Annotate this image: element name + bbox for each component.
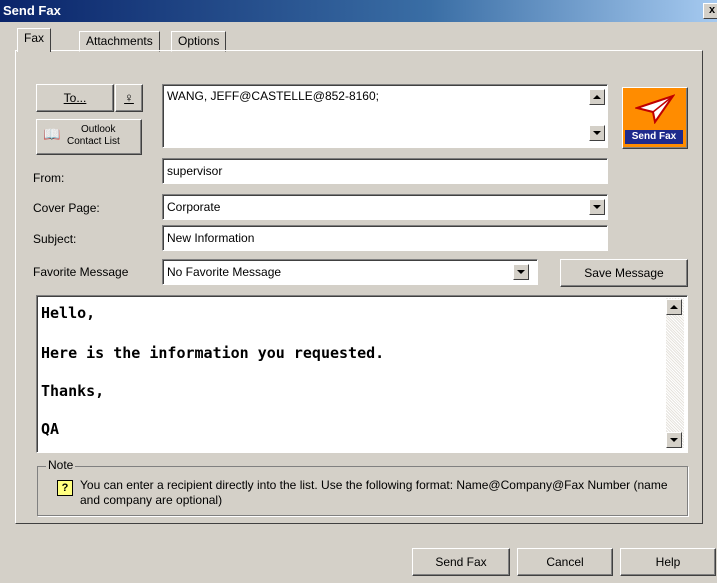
tab-fax[interactable]: Fax — [17, 28, 52, 52]
help-button[interactable]: Help — [620, 548, 716, 576]
outlook-label-line1: Outlook — [81, 124, 116, 135]
send-fax-icon-label: Send Fax — [625, 130, 683, 144]
tab-attachments[interactable]: Attachments — [79, 31, 160, 52]
favorite-message-select[interactable]: No Favorite Message — [162, 259, 538, 285]
recipient-scroll-up[interactable] — [589, 89, 605, 105]
message-body[interactable]: Hello, Here is the information you reque… — [36, 295, 688, 453]
favorite-message-label: Favorite Message — [33, 265, 129, 279]
address-book-button[interactable]: ♀ — [115, 84, 143, 112]
note-text: You can enter a recipient directly into … — [80, 478, 668, 507]
message-line: Hello, — [41, 304, 96, 322]
close-button[interactable]: x — [703, 3, 717, 19]
cover-page-select[interactable]: Corporate — [162, 194, 608, 220]
message-line: Here is the information you requested. — [41, 344, 385, 362]
cover-page-value: Corporate — [167, 200, 221, 214]
note-label: Note — [46, 458, 76, 472]
chevron-down-icon — [517, 270, 525, 274]
from-field[interactable]: supervisor — [162, 158, 608, 184]
favorite-message-dropdown-button[interactable] — [513, 264, 529, 280]
send-fax-button[interactable]: Send Fax — [412, 548, 510, 576]
to-button-label: To... — [63, 91, 87, 105]
cover-page-label: Cover Page: — [33, 201, 100, 215]
title-bar: Send Fax x — [0, 0, 717, 22]
save-message-button[interactable]: Save Message — [560, 259, 688, 287]
send-fax-icon-button[interactable]: Send Fax — [622, 87, 688, 149]
message-scroll-up[interactable] — [666, 299, 682, 315]
chevron-down-icon — [593, 205, 601, 209]
cover-page-dropdown-button[interactable] — [589, 199, 605, 215]
message-line: QA — [41, 420, 60, 438]
window-title: Send Fax — [3, 3, 61, 18]
recipient-entry: WANG, JEFF@CASTELLE@852-8160; — [167, 89, 379, 103]
person-icon: ♀ — [124, 90, 134, 105]
paper-plane-icon — [635, 94, 675, 124]
to-button[interactable]: To... — [36, 84, 114, 112]
book-icon: 📖 — [43, 126, 61, 142]
recipient-list[interactable]: WANG, JEFF@CASTELLE@852-8160; — [162, 84, 608, 148]
message-scroll-down[interactable] — [666, 432, 682, 448]
help-icon: ? — [57, 480, 73, 496]
outlook-label-line2: Contact List — [67, 136, 120, 147]
cancel-button[interactable]: Cancel — [517, 548, 613, 576]
outlook-contact-list-button[interactable]: 📖 Outlook Contact List — [36, 119, 142, 155]
from-label: From: — [33, 171, 65, 185]
tab-options[interactable]: Options — [171, 31, 227, 52]
subject-label: Subject: — [33, 232, 77, 246]
subject-field[interactable]: New Information — [162, 225, 608, 251]
favorite-message-value: No Favorite Message — [167, 265, 282, 279]
message-line: Thanks, — [41, 382, 105, 400]
message-scrollbar-track[interactable] — [666, 298, 684, 448]
recipient-scroll-down[interactable] — [589, 125, 605, 141]
